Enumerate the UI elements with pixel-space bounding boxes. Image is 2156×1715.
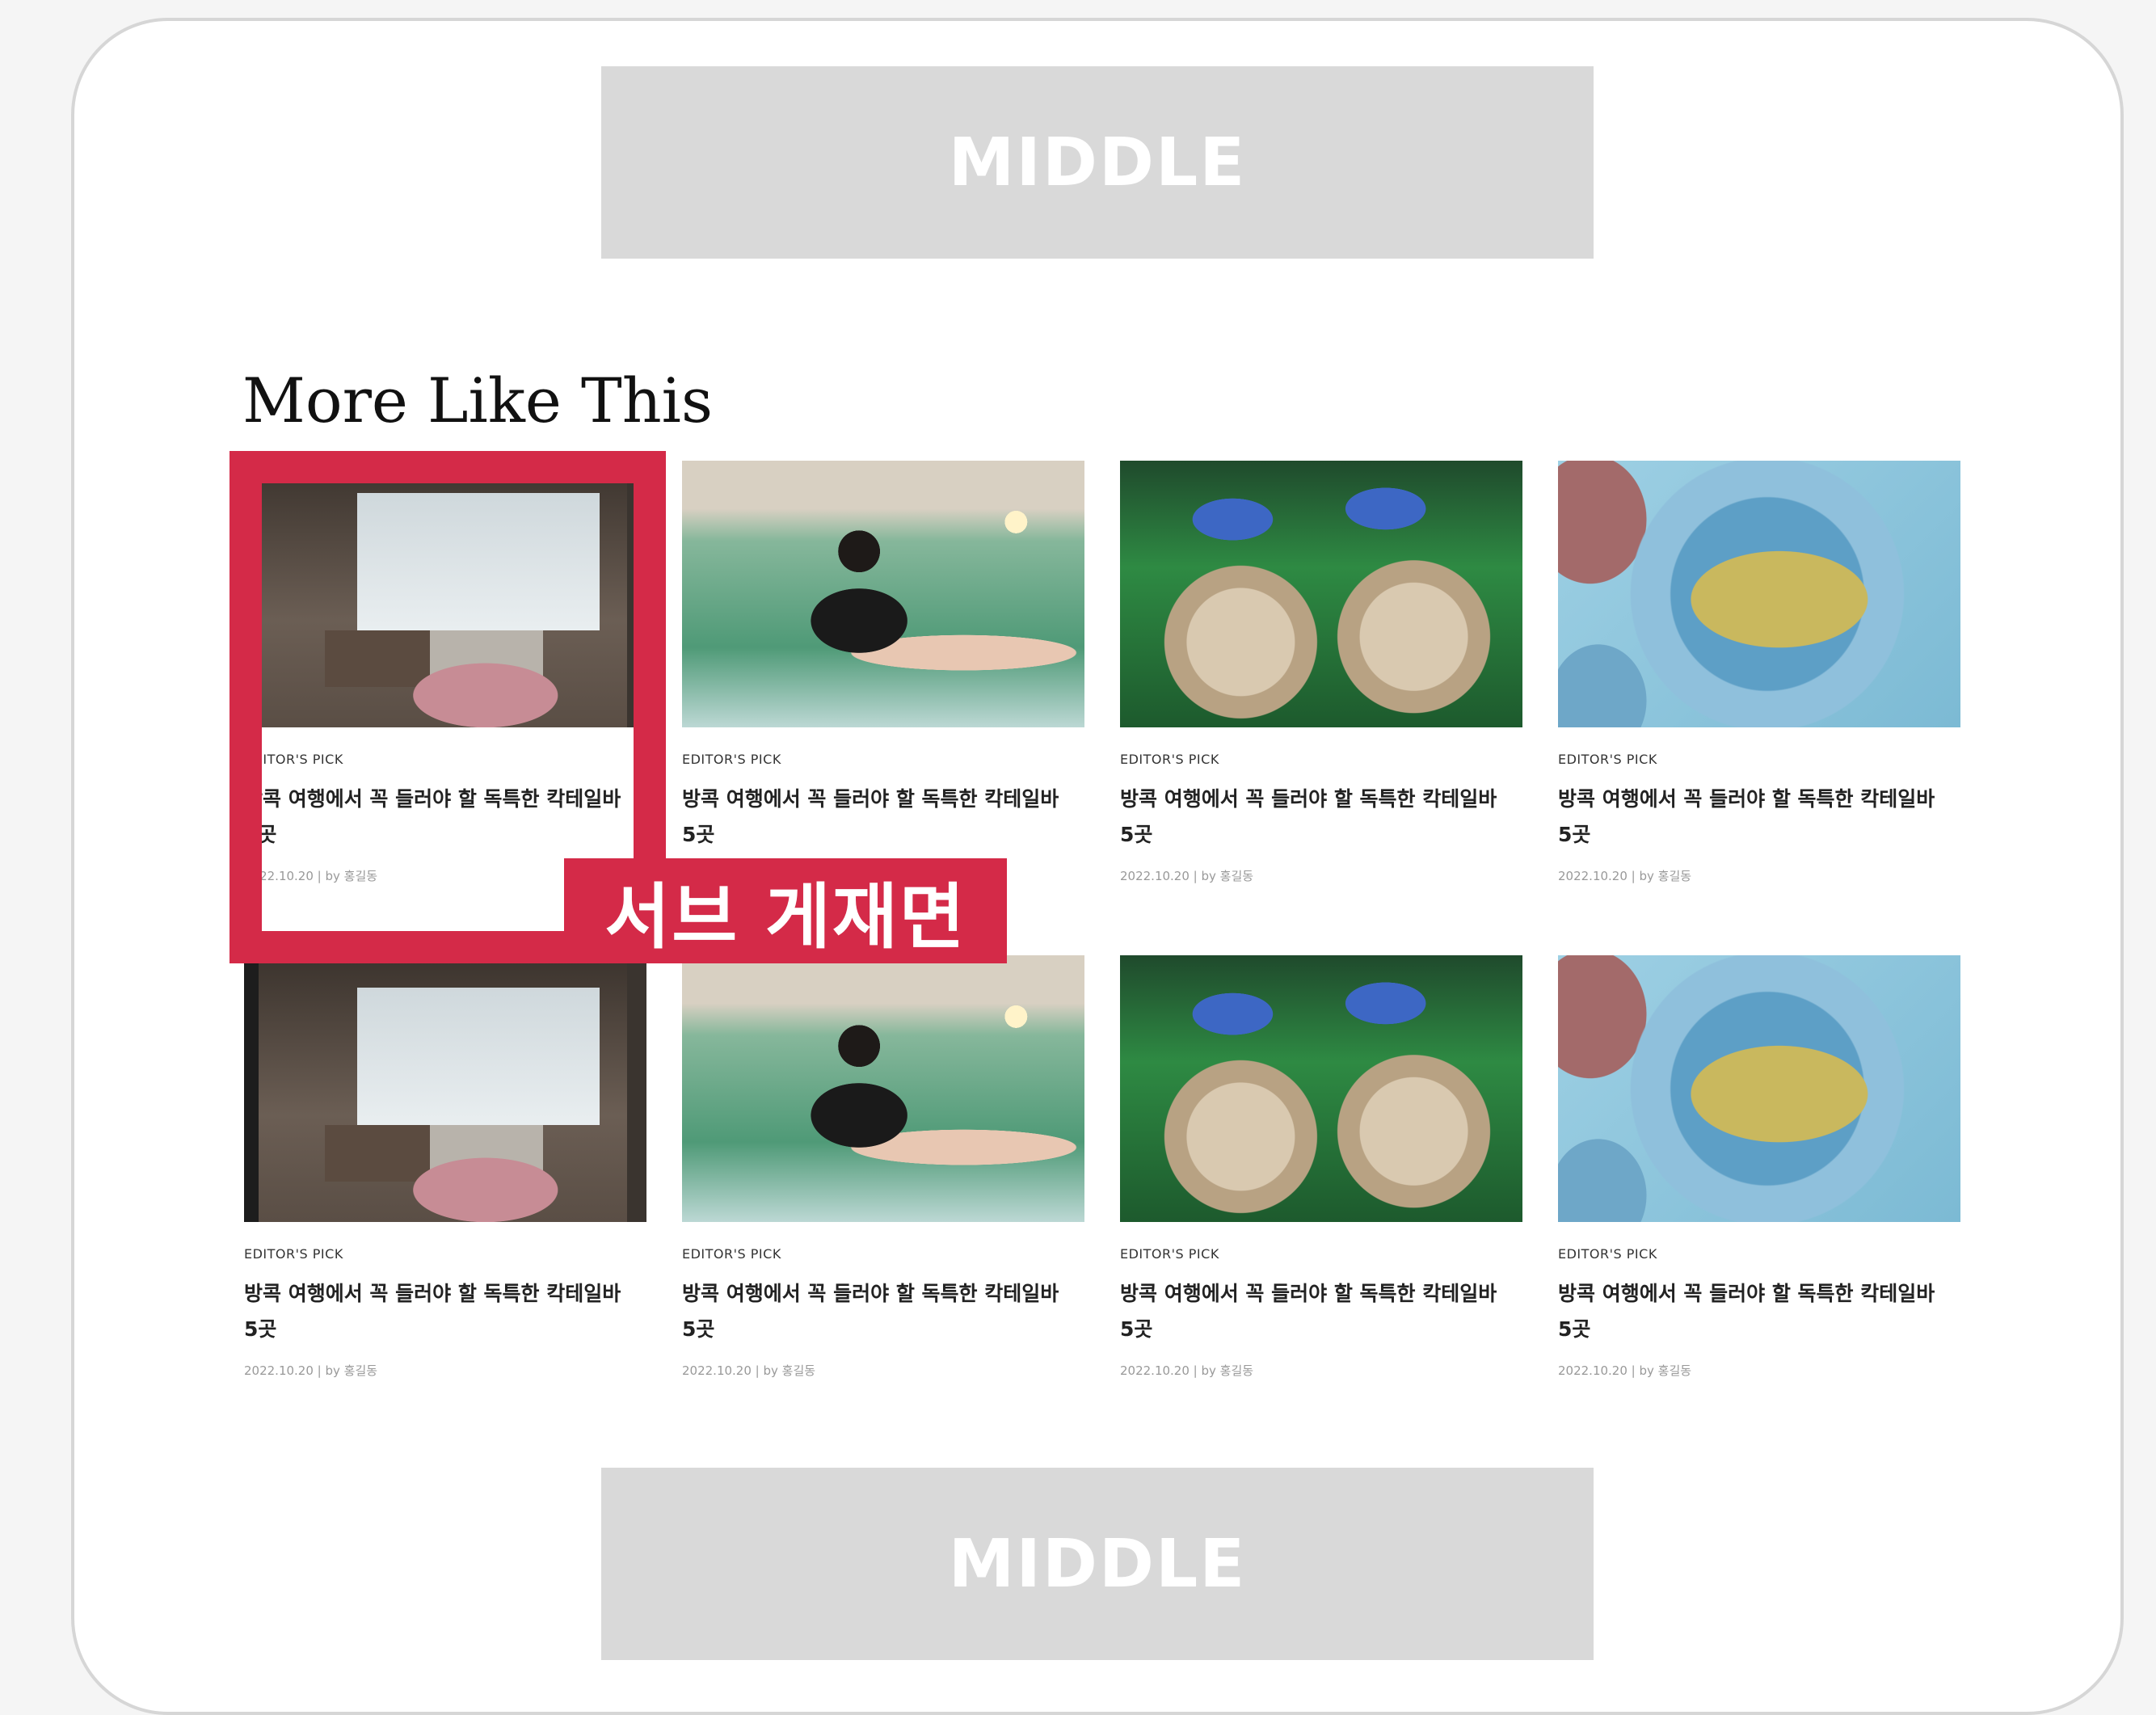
article-card[interactable]: EDITOR'S PICK 방콕 여행에서 꼭 들러야 할 독특한 칵테일바 5…: [682, 955, 1084, 1379]
card-thumbnail[interactable]: [244, 955, 646, 1222]
article-card[interactable]: EDITOR'S PICK 방콕 여행에서 꼭 들러야 할 독특한 칵테일바 5…: [1558, 461, 1960, 884]
card-category: EDITOR'S PICK: [1120, 752, 1219, 767]
card-meta: 2022.10.20 | by 홍길동: [244, 1363, 378, 1378]
card-title[interactable]: 방콕 여행에서 꼭 들러야 할 독특한 칵테일바 5곳: [1120, 1276, 1522, 1347]
card-thumbnail[interactable]: [1120, 955, 1522, 1222]
banner-label: MIDDLE: [948, 1525, 1247, 1603]
article-card[interactable]: EDITOR'S PICK 방콕 여행에서 꼭 들러야 할 독특한 칵테일바 5…: [244, 955, 646, 1379]
annotation-label: 서브 게재면: [564, 858, 1007, 963]
card-category: EDITOR'S PICK: [1558, 1246, 1657, 1262]
card-title[interactable]: 방콕 여행에서 꼭 들러야 할 독특한 칵테일바 5곳: [1558, 782, 1960, 853]
card-category: EDITOR'S PICK: [244, 1246, 343, 1262]
middle-banner-top[interactable]: MIDDLE: [601, 66, 1594, 259]
card-thumbnail[interactable]: [682, 955, 1084, 1222]
card-thumbnail[interactable]: [1120, 461, 1522, 727]
section-title: More Like This: [242, 364, 713, 436]
card-thumbnail[interactable]: [1558, 955, 1960, 1222]
middle-banner-bottom[interactable]: MIDDLE: [601, 1468, 1594, 1660]
card-title[interactable]: 방콕 여행에서 꼭 들러야 할 독특한 칵테일바 5곳: [1558, 1276, 1960, 1347]
card-title[interactable]: 방콕 여행에서 꼭 들러야 할 독특한 칵테일바 5곳: [682, 1276, 1084, 1347]
article-card[interactable]: EDITOR'S PICK 방콕 여행에서 꼭 들러야 할 독특한 칵테일바 5…: [1558, 955, 1960, 1379]
article-card[interactable]: EDITOR'S PICK 방콕 여행에서 꼭 들러야 할 독특한 칵테일바 5…: [1120, 461, 1522, 884]
card-meta: 2022.10.20 | by 홍길동: [682, 1363, 816, 1378]
card-thumbnail[interactable]: [682, 461, 1084, 727]
article-card[interactable]: EDITOR'S PICK 방콕 여행에서 꼭 들러야 할 독특한 칵테일바 5…: [1120, 955, 1522, 1379]
card-thumbnail[interactable]: [1558, 461, 1960, 727]
card-meta: 2022.10.20 | by 홍길동: [1120, 869, 1254, 883]
article-card[interactable]: EDITOR'S PICK 방콕 여행에서 꼭 들러야 할 독특한 칵테일바 5…: [682, 461, 1084, 884]
card-title[interactable]: 방콕 여행에서 꼭 들러야 할 독특한 칵테일바 5곳: [1120, 782, 1522, 853]
banner-label: MIDDLE: [948, 124, 1247, 201]
card-title[interactable]: 방콕 여행에서 꼭 들러야 할 독특한 칵테일바 5곳: [244, 1276, 646, 1347]
card-meta: 2022.10.20 | by 홍길동: [1558, 1363, 1692, 1378]
card-meta: 2022.10.20 | by 홍길동: [1558, 869, 1692, 883]
card-title[interactable]: 방콕 여행에서 꼭 들러야 할 독특한 칵테일바 5곳: [682, 782, 1084, 853]
card-category: EDITOR'S PICK: [1558, 752, 1657, 767]
card-category: EDITOR'S PICK: [1120, 1246, 1219, 1262]
card-meta: 2022.10.20 | by 홍길동: [1120, 1363, 1254, 1378]
card-category: EDITOR'S PICK: [682, 1246, 781, 1262]
card-category: EDITOR'S PICK: [682, 752, 781, 767]
